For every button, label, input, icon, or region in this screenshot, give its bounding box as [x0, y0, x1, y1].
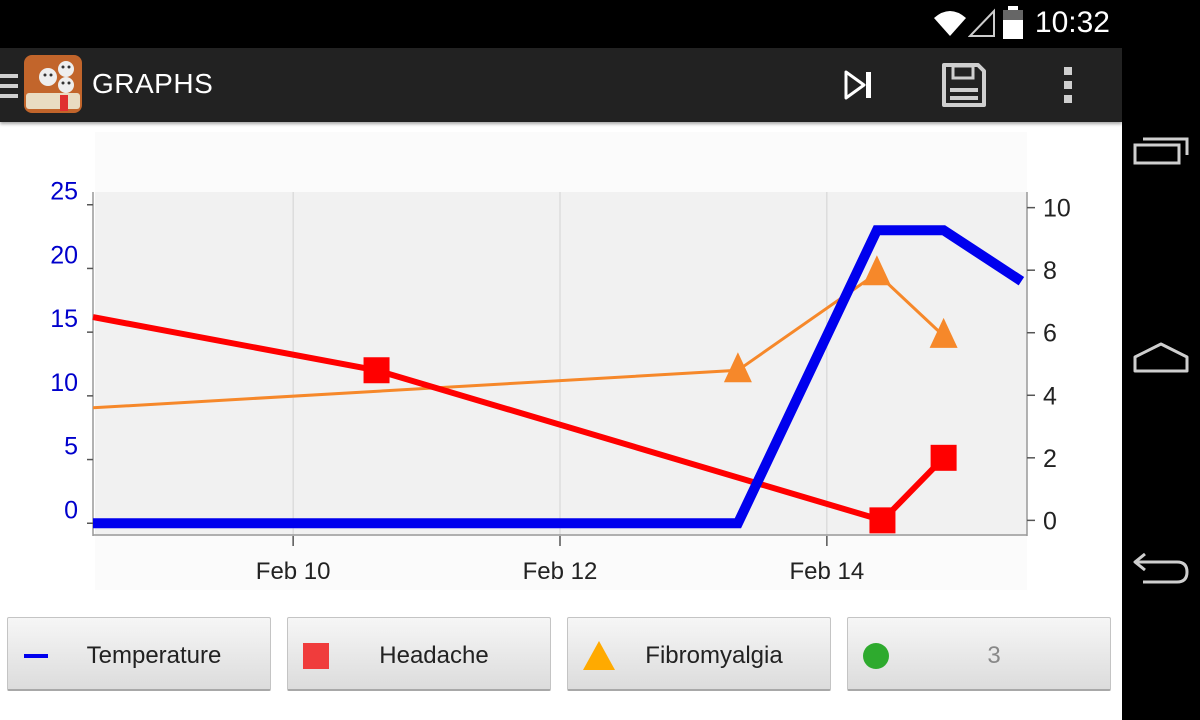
- left-tick-label: 25: [50, 178, 78, 206]
- legend-button-headache[interactable]: Headache: [287, 617, 551, 691]
- x-tick-label: Feb 12: [523, 558, 598, 585]
- skip-next-button[interactable]: [830, 58, 886, 112]
- left-tick-label: 0: [64, 496, 78, 524]
- right-tick-label: 10: [1043, 195, 1071, 223]
- left-tick-label: 15: [50, 305, 78, 333]
- skip-next-icon: [844, 70, 871, 100]
- overflow-menu-button[interactable]: [1040, 58, 1096, 112]
- x-tick-label: Feb 10: [256, 558, 331, 585]
- page-title: GRAPHS: [92, 68, 214, 99]
- legend-button-3[interactable]: 3: [847, 617, 1111, 691]
- left-tick-label: 10: [50, 369, 78, 397]
- wifi-icon: [934, 11, 966, 36]
- legend-label: 3: [987, 642, 1001, 669]
- save-icon: [942, 63, 986, 107]
- legend-label: Headache: [379, 642, 489, 669]
- recents-button[interactable]: [1122, 110, 1200, 190]
- right-tick-label: 2: [1043, 445, 1057, 473]
- headache-point[interactable]: [930, 444, 957, 471]
- back-button[interactable]: [1122, 528, 1200, 608]
- status-time: 10:32: [1034, 6, 1110, 39]
- headache-point[interactable]: [869, 507, 896, 534]
- legend-button-fibromyalgia[interactable]: Fibromyalgia: [567, 617, 831, 691]
- legend-label: Temperature: [86, 642, 222, 669]
- recents-icon: [1133, 137, 1189, 165]
- save-button[interactable]: [936, 58, 992, 112]
- right-tick-label: 0: [1043, 507, 1057, 535]
- back-icon: [1133, 552, 1189, 584]
- right-tick-label: 6: [1043, 320, 1057, 348]
- app-logo-icon[interactable]: [22, 53, 84, 115]
- headache-point[interactable]: [363, 357, 390, 384]
- graph-chart[interactable]: Feb 10 Feb 12 Feb 14 0 5 10 15 20 25 0 2 4 6 8 10: [0, 122, 1122, 612]
- home-button[interactable]: [1122, 318, 1200, 398]
- left-tick-label: 20: [50, 241, 78, 269]
- left-tick-label: 5: [64, 433, 78, 461]
- overflow-menu-icon: [1064, 67, 1072, 103]
- battery-icon: [1003, 6, 1023, 39]
- chart-plot-area: [95, 192, 1027, 536]
- status-bar: 10:32: [0, 0, 1122, 48]
- legend-label: Fibromyalgia: [645, 642, 783, 669]
- x-tick-label: Feb 14: [789, 558, 864, 585]
- home-icon: [1133, 342, 1189, 373]
- drawer-menu-icon[interactable]: [0, 72, 22, 100]
- navigation-bar: [1122, 0, 1200, 720]
- signal-icon: [968, 8, 995, 37]
- right-tick-label: 4: [1043, 382, 1057, 410]
- legend-button-temperature[interactable]: Temperature: [7, 617, 271, 691]
- action-bar: GRAPHS: [0, 48, 1122, 122]
- right-tick-label: 8: [1043, 257, 1057, 285]
